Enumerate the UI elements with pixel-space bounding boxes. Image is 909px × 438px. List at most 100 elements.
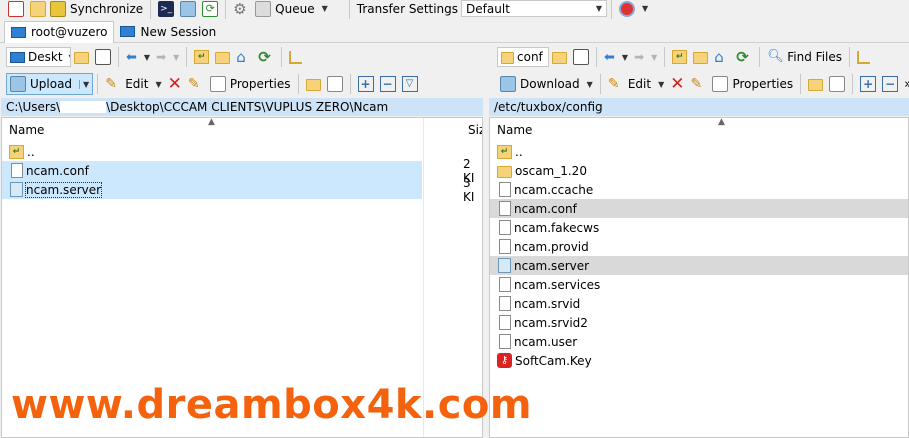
left-refresh-button[interactable]: ⟳ <box>255 46 277 68</box>
left-tree-button[interactable] <box>286 46 305 68</box>
delete-icon: ✕ <box>167 74 182 94</box>
right-path-bar[interactable]: /etc/tuxbox/config <box>489 98 909 116</box>
file-name: ncam.server <box>24 181 103 198</box>
tab-root-vuzero[interactable]: root@vuzero <box>4 20 115 43</box>
left-open-folder-button[interactable] <box>71 46 92 68</box>
left-rename-button[interactable]: ✎ <box>185 73 207 95</box>
list-item[interactable]: ncam.user <box>490 332 908 351</box>
left-new-file-button[interactable] <box>324 73 346 95</box>
upload-button[interactable]: Upload ▼ <box>6 73 94 95</box>
left-new-folder-button[interactable] <box>303 73 324 95</box>
right-new-folder-button[interactable] <box>805 73 826 95</box>
refresh-icon: ⟳ <box>202 0 219 17</box>
right-parent-dir-button[interactable]: ↵ <box>669 46 690 68</box>
list-item[interactable]: ↵.. <box>490 142 908 161</box>
left-path-bar[interactable]: C:\Users\ \Desktop\CCCAM CLIENTS\VUPLUS … <box>1 98 483 116</box>
right-refresh-button[interactable]: ⟳ <box>733 46 755 68</box>
filter-icon <box>95 49 111 65</box>
list-item[interactable]: ncam.server <box>490 256 908 275</box>
left-forward-button[interactable]: ➡ ▼ <box>153 46 182 68</box>
right-delete-button[interactable]: ✕ <box>667 73 687 95</box>
list-item[interactable]: ncam.conf <box>490 199 908 218</box>
file-name: SoftCam.Key <box>515 353 592 368</box>
right-filter-button[interactable] <box>570 46 592 68</box>
open-folder-icon <box>552 52 567 64</box>
left-home-button[interactable]: ⌂ <box>233 46 255 68</box>
divider <box>599 74 601 94</box>
column-size-header[interactable]: Siz <box>468 123 482 137</box>
left-drive-select[interactable]: Deskt ▼ <box>6 47 71 67</box>
gear-icon: ⚙ <box>233 0 247 18</box>
right-new-file-button[interactable] <box>826 73 848 95</box>
column-name-header[interactable]: Name <box>497 123 532 137</box>
download-label: Download <box>520 77 580 91</box>
left-path-suffix: \Desktop\CCCAM CLIENTS\VUPLUS ZERO\Ncam <box>106 100 389 114</box>
list-item[interactable]: ncam.fakecws <box>490 218 908 237</box>
properties-icon <box>209 76 226 92</box>
right-edit-button[interactable]: ✎ Edit ▼ <box>605 73 667 95</box>
right-rename-button[interactable]: ✎ <box>687 73 709 95</box>
chevron-down-icon: ▼ <box>621 52 629 62</box>
left-delete-button[interactable]: ✕ <box>165 73 185 95</box>
list-item[interactable]: ⚷ SoftCam.Key <box>490 351 908 370</box>
refresh-session-button[interactable]: ⟳ <box>199 0 221 17</box>
chevron-down-icon: ▼ <box>586 79 593 89</box>
download-button[interactable]: Download ▼ <box>497 73 596 95</box>
list-item[interactable]: ncam.server 3 KI <box>2 176 474 204</box>
right-root-dir-button[interactable] <box>690 46 711 68</box>
list-item[interactable]: ncam.provid <box>490 237 908 256</box>
transfer-settings-select[interactable]: Default ▼ <box>461 0 608 17</box>
right-back-button[interactable]: ⬅ ▼ <box>601 46 631 68</box>
right-forward-button[interactable]: ➡ ▼ <box>631 46 660 68</box>
left-select-button[interactable]: + <box>355 73 377 95</box>
file-name: .. <box>27 144 35 159</box>
left-parent-dir-button[interactable]: ↵ <box>191 46 212 68</box>
left-filter-button[interactable] <box>92 46 114 68</box>
monitor-icon <box>11 26 26 38</box>
right-open-folder-button[interactable] <box>549 46 570 68</box>
right-path: /etc/tuxbox/config <box>494 100 603 114</box>
right-properties-button[interactable]: Properties <box>709 73 796 95</box>
divider <box>225 0 227 19</box>
left-back-button[interactable]: ⬅ ▼ <box>123 46 153 68</box>
left-unselect-button[interactable]: − <box>377 73 399 95</box>
putty-button[interactable] <box>177 0 199 17</box>
chevron-down-icon: ▼ <box>595 4 603 13</box>
list-item[interactable]: ncam.services <box>490 275 908 294</box>
console-button[interactable]: >_ <box>155 0 177 17</box>
right-column-header: Name ▲ <box>490 118 908 142</box>
compare-button[interactable] <box>0 0 27 17</box>
left-edit-button[interactable]: ✎ Edit ▼ <box>102 73 164 95</box>
left-column-header: Name ▲ Siz <box>2 118 482 437</box>
compare-icon <box>8 0 24 17</box>
session-tabs: root@vuzero New Session <box>0 20 909 43</box>
edit-label: Edit <box>627 77 652 91</box>
list-item[interactable]: ncam.ccache <box>490 180 908 199</box>
file-name: ncam.srvid <box>514 296 581 311</box>
putty-icon <box>180 0 197 17</box>
tab-new-session[interactable]: New Session <box>114 21 222 43</box>
queue-button[interactable]: Queue ▼ <box>252 0 331 17</box>
left-properties-button[interactable]: Properties <box>207 73 294 95</box>
toolbar-overflow-button[interactable]: » <box>901 73 909 95</box>
right-drive-select[interactable]: conf ▼ <box>497 47 549 67</box>
list-item[interactable]: ncam.srvid2 <box>490 313 908 332</box>
left-filter-select-button[interactable]: ▽ <box>399 73 421 95</box>
right-tree-button[interactable] <box>854 46 873 68</box>
right-home-button[interactable]: ⌂ <box>711 46 733 68</box>
left-root-dir-button[interactable] <box>212 46 233 68</box>
list-item[interactable]: ↵ .. <box>2 142 422 161</box>
find-files-button[interactable]: 🔍︎ Find Files <box>764 46 845 68</box>
chevron-down-icon: ▼ <box>321 4 328 13</box>
list-item[interactable]: ncam.conf 2 KI <box>2 157 474 185</box>
transfer-options-button[interactable]: ▼ <box>616 0 651 17</box>
synchronize-button[interactable]: Synchronize <box>27 0 146 17</box>
list-item[interactable]: oscam_1.20 <box>490 161 908 180</box>
minus-icon: − <box>882 76 899 92</box>
delete-icon: ✕ <box>670 74 685 94</box>
right-select-button[interactable]: + <box>857 73 879 95</box>
preferences-button[interactable]: ⚙ <box>230 0 252 17</box>
column-name-header[interactable]: Name <box>9 123 44 137</box>
right-unselect-button[interactable]: − <box>879 73 901 95</box>
list-item[interactable]: ncam.srvid <box>490 294 908 313</box>
